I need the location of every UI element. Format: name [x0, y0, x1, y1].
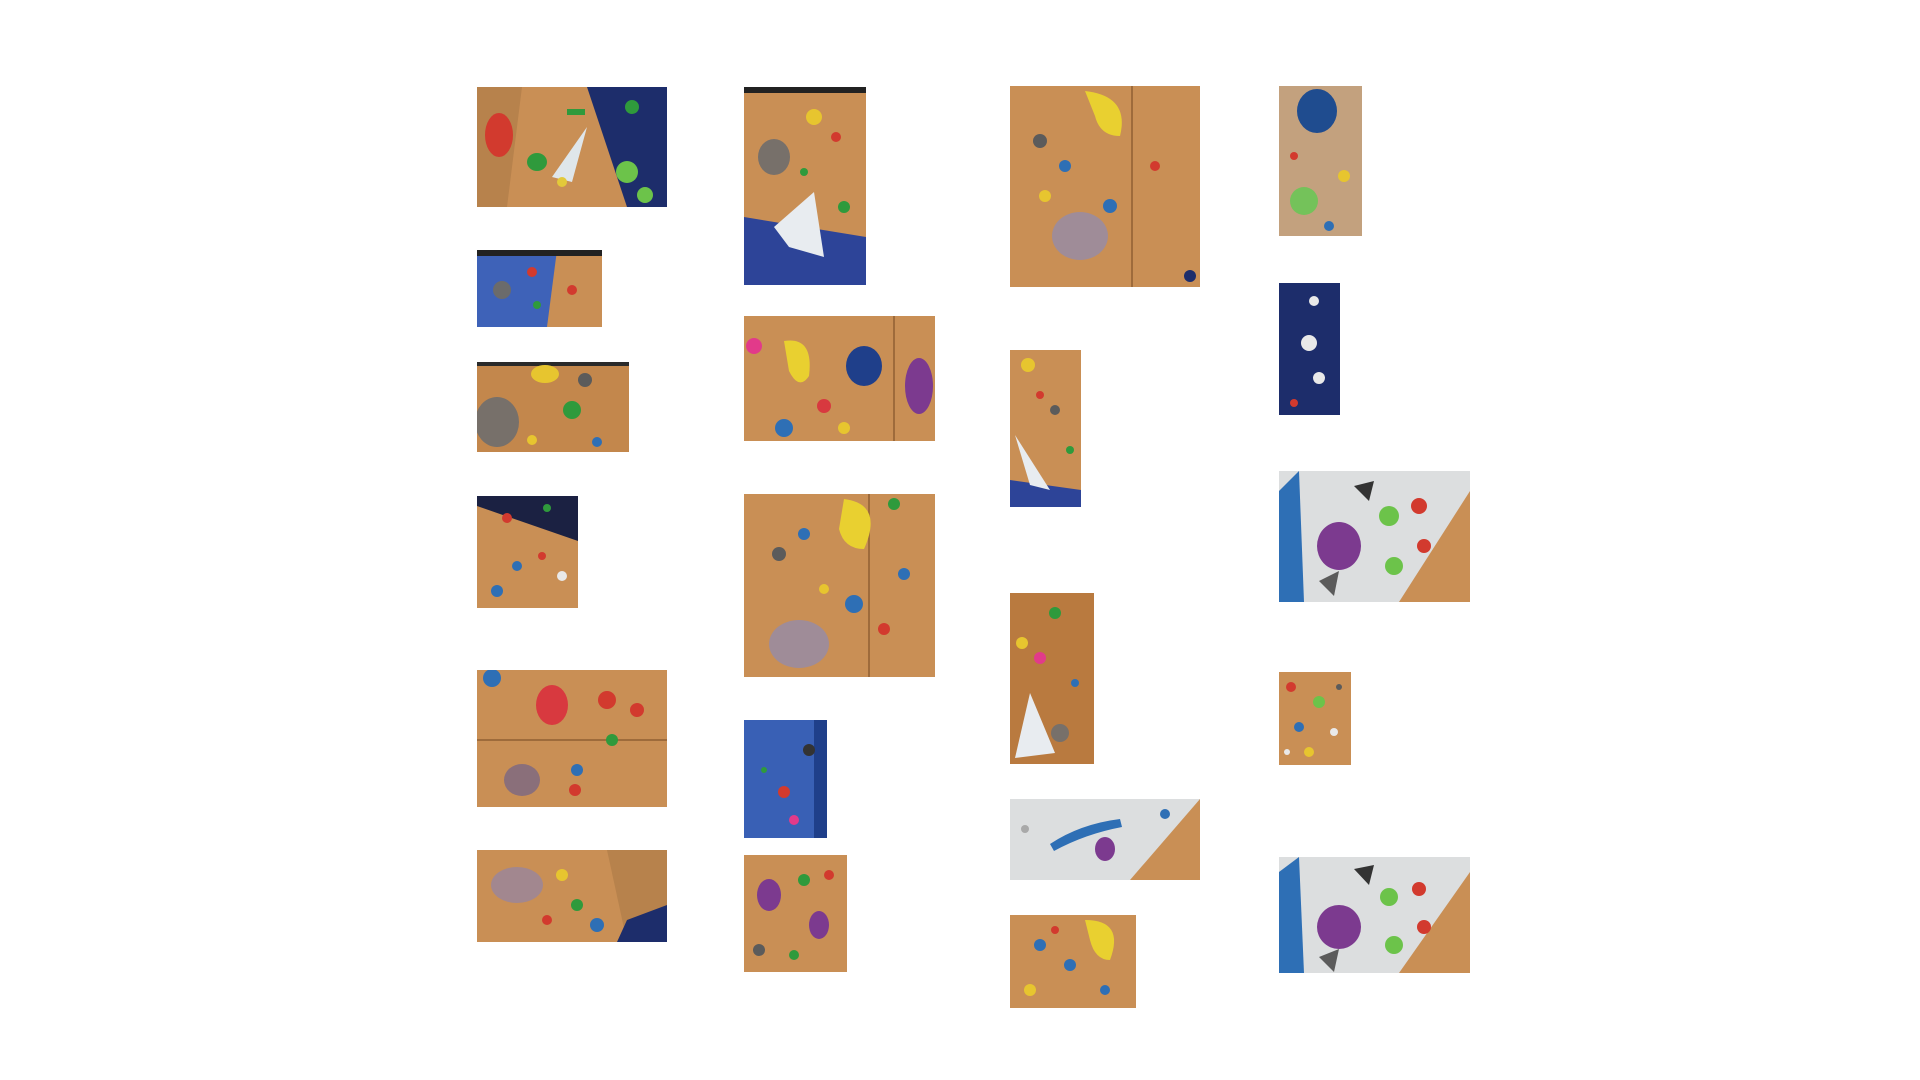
climbing-wall-photo: [1279, 86, 1362, 236]
climbing-wall-photo: [1010, 593, 1094, 764]
climbing-wall-photo: [1279, 857, 1470, 973]
gallery-photo-6[interactable]: [477, 850, 667, 942]
gallery-photo-16[interactable]: [1010, 915, 1136, 1008]
gallery-photo-2[interactable]: [477, 250, 602, 327]
climbing-wall-photo: [1010, 86, 1200, 287]
gallery-photo-3[interactable]: [477, 362, 629, 452]
gallery-photo-7[interactable]: [744, 87, 866, 285]
climbing-wall-photo: [1010, 350, 1081, 507]
climbing-wall-photo: [1279, 672, 1351, 765]
gallery-photo-4[interactable]: [477, 496, 578, 608]
climbing-wall-photo: [477, 250, 602, 327]
gallery-photo-8[interactable]: [744, 316, 935, 441]
climbing-wall-photo: [1279, 283, 1340, 415]
gallery-photo-9[interactable]: [744, 494, 935, 677]
gallery-photo-11[interactable]: [744, 855, 847, 972]
gallery-photo-14[interactable]: [1010, 593, 1094, 764]
gallery-photo-21[interactable]: [1279, 857, 1470, 973]
climbing-wall-photo: [1010, 799, 1200, 880]
gallery-photo-13[interactable]: [1010, 350, 1081, 507]
climbing-wall-photo: [744, 87, 866, 285]
climbing-wall-photo: [477, 87, 667, 207]
gallery-photo-10[interactable]: [744, 720, 827, 838]
gallery-photo-15[interactable]: [1010, 799, 1200, 880]
gallery-photo-18[interactable]: [1279, 283, 1340, 415]
climbing-wall-photo: [744, 316, 935, 441]
climbing-wall-photo: [744, 720, 827, 838]
gallery-photo-12[interactable]: [1010, 86, 1200, 287]
climbing-wall-photo: [477, 670, 667, 807]
gallery-photo-17[interactable]: [1279, 86, 1362, 236]
photo-gallery: [0, 0, 1920, 1080]
climbing-wall-photo: [477, 850, 667, 942]
gallery-photo-5[interactable]: [477, 670, 667, 807]
climbing-wall-photo: [744, 855, 847, 972]
gallery-photo-20[interactable]: [1279, 672, 1351, 765]
gallery-photo-19[interactable]: [1279, 471, 1470, 602]
climbing-wall-photo: [1010, 915, 1136, 1008]
climbing-wall-photo: [477, 362, 629, 452]
climbing-wall-photo: [1279, 471, 1470, 602]
climbing-wall-photo: [744, 494, 935, 677]
climbing-wall-photo: [477, 496, 578, 608]
gallery-photo-1[interactable]: [477, 87, 667, 207]
